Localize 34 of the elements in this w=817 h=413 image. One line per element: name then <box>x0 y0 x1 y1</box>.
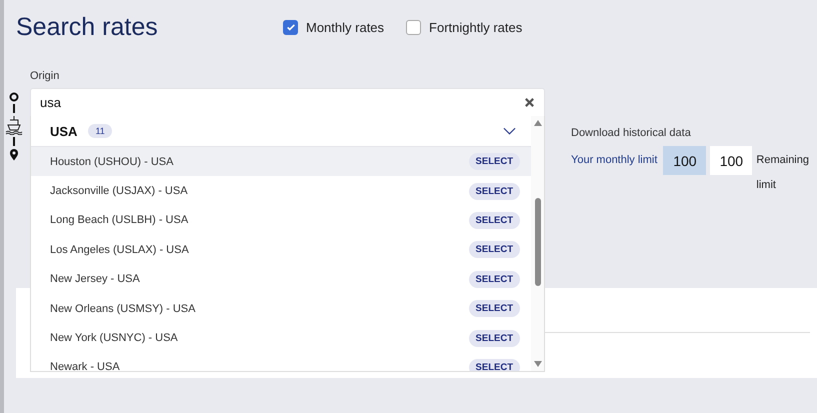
select-button[interactable]: SELECT <box>468 358 520 371</box>
select-button[interactable]: SELECT <box>468 330 520 347</box>
limit-value: 100 <box>663 146 706 175</box>
remaining-label: Remaining limit <box>756 153 810 193</box>
field-label: Origin <box>30 70 60 82</box>
limit-label: Your monthly limit <box>571 153 658 168</box>
count-badge: 11 <box>88 124 112 138</box>
origin-pin-icon <box>9 92 19 102</box>
clear-icon[interactable] <box>524 97 535 108</box>
location-pin-icon <box>9 148 19 161</box>
option-row[interactable]: New York (USNYC) - USA SELECT <box>31 323 531 353</box>
remaining-value: 100 <box>710 146 752 175</box>
option-row[interactable]: Houston (USHOU) - USA SELECT <box>31 147 531 176</box>
option-row[interactable]: Long Beach (USLBH) - USA SELECT <box>31 206 531 236</box>
ship-icon <box>5 115 23 135</box>
select-button[interactable]: SELECT <box>468 241 520 258</box>
checkbox[interactable] <box>406 20 422 34</box>
checkbox-label: Monthly rates <box>306 20 384 34</box>
origin-input-field[interactable]: usa <box>30 88 545 117</box>
option-row[interactable]: Los Angeles (USLAX) - USA SELECT <box>31 235 531 265</box>
checkbox-label: Fortnightly rates <box>429 20 522 34</box>
option-row[interactable]: Jacksonville (USJAX) - USA SELECT <box>31 176 531 206</box>
select-button[interactable]: SELECT <box>468 300 520 318</box>
page-title: Search rates <box>16 12 159 42</box>
select-button[interactable]: SELECT <box>468 182 520 200</box>
select-button[interactable]: SELECT <box>468 212 520 229</box>
checkmark-icon <box>286 22 296 32</box>
option-row[interactable]: New Jersey - USA SELECT <box>31 264 531 294</box>
select-button[interactable]: SELECT <box>468 270 520 288</box>
checkbox[interactable] <box>283 20 298 34</box>
option-row[interactable]: New Orleans (USMSY) - USA SELECT <box>31 294 531 324</box>
section-title: Download historical data <box>571 127 692 139</box>
scrollbar[interactable] <box>531 116 544 371</box>
select-button[interactable]: SELECT <box>468 153 520 170</box>
